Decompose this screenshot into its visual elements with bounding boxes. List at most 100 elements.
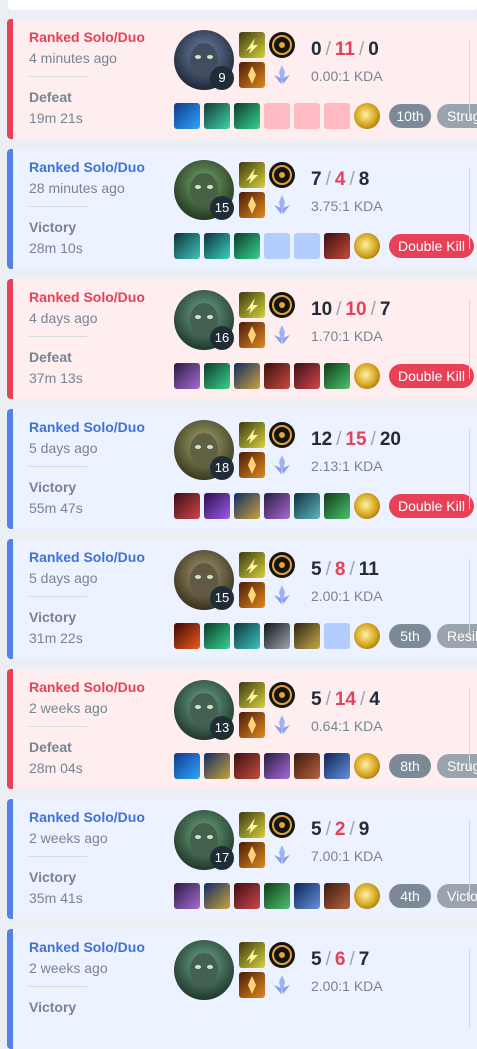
trinket-ward-icon[interactable] bbox=[354, 103, 380, 129]
blue-shield-item-icon[interactable] bbox=[324, 753, 350, 779]
purple-gauntlet-item-icon[interactable] bbox=[174, 883, 200, 909]
secondary-rune-icon[interactable] bbox=[269, 972, 295, 998]
summoner-spell-smite-icon[interactable] bbox=[239, 452, 265, 478]
green-shield-item-icon[interactable] bbox=[324, 363, 350, 389]
trinket-ward-icon[interactable] bbox=[354, 233, 380, 259]
green-shield-item-icon[interactable] bbox=[324, 493, 350, 519]
secondary-rune-icon[interactable] bbox=[269, 842, 295, 868]
secondary-rune-icon[interactable] bbox=[269, 712, 295, 738]
keystone-rune-icon[interactable] bbox=[269, 422, 295, 448]
champion-portrait-icon[interactable] bbox=[174, 940, 234, 1000]
summoner-spell-smite-icon[interactable] bbox=[239, 712, 265, 738]
gold-boots-item-icon[interactable] bbox=[294, 623, 320, 649]
keystone-rune-icon[interactable] bbox=[269, 812, 295, 838]
match-result: Victory bbox=[29, 869, 77, 885]
kda-separator: / bbox=[349, 819, 355, 840]
blue-potion-item-icon[interactable] bbox=[174, 103, 200, 129]
blue-spear-item-icon[interactable] bbox=[204, 753, 230, 779]
red-boots-item-icon[interactable] bbox=[264, 363, 290, 389]
assists: 7 bbox=[358, 949, 370, 970]
kda-ratio: 2.00:1 KDA bbox=[311, 588, 383, 604]
blue-spear-item-icon[interactable] bbox=[234, 363, 260, 389]
summoner-spell-smite-icon[interactable] bbox=[239, 62, 265, 88]
kills: 5 bbox=[311, 949, 322, 970]
secondary-rune-icon[interactable] bbox=[269, 452, 295, 478]
kda-separator: / bbox=[336, 429, 342, 450]
summoner-spell-smite-icon[interactable] bbox=[239, 842, 265, 868]
summoner-spell-smite-icon[interactable] bbox=[239, 322, 265, 348]
fire-sword-item-icon[interactable] bbox=[174, 623, 200, 649]
green-flask-item-icon[interactable] bbox=[234, 103, 260, 129]
keystone-rune-icon[interactable] bbox=[269, 682, 295, 708]
blue-potion-item-icon[interactable] bbox=[174, 753, 200, 779]
summoner-spell-flash-icon[interactable] bbox=[239, 32, 265, 58]
match-card[interactable]: Ranked Solo/Duo 5 days ago Victory 55m 47s 1… bbox=[7, 409, 477, 529]
green-sword-item-icon[interactable] bbox=[204, 103, 230, 129]
match-result: Victory bbox=[29, 999, 77, 1015]
blue-spear-item-icon[interactable] bbox=[204, 883, 230, 909]
teal-helm-item-icon[interactable] bbox=[294, 493, 320, 519]
match-card[interactable]: Ranked Solo/Duo 5 days ago Victory 31m 22s 1… bbox=[7, 539, 477, 659]
black-spear-item-icon[interactable] bbox=[264, 623, 290, 649]
red-claw-item-icon[interactable] bbox=[294, 363, 320, 389]
match-card[interactable]: Ranked Solo/Duo 4 days ago Defeat 37m 13s 16… bbox=[7, 279, 477, 399]
green-shield-item-icon[interactable] bbox=[264, 883, 290, 909]
secondary-rune-icon[interactable] bbox=[269, 192, 295, 218]
blue-spear-item-icon[interactable] bbox=[234, 493, 260, 519]
red-helm-item-icon[interactable] bbox=[324, 883, 350, 909]
red-boots-item-icon[interactable] bbox=[324, 233, 350, 259]
green-flask-item-icon[interactable] bbox=[204, 363, 230, 389]
red-claw-item-icon[interactable] bbox=[234, 883, 260, 909]
purple-gauntlet-item-icon[interactable] bbox=[174, 363, 200, 389]
secondary-rune-icon[interactable] bbox=[269, 62, 295, 88]
summoner-spell-smite-icon[interactable] bbox=[239, 192, 265, 218]
trinket-ward-icon[interactable] bbox=[354, 363, 380, 389]
empty-item-slot bbox=[264, 233, 290, 259]
secondary-rune-icon[interactable] bbox=[269, 582, 295, 608]
keystone-rune-icon[interactable] bbox=[269, 942, 295, 968]
match-card[interactable]: Ranked Solo/Duo 2 weeks ago Defeat 28m 04s 1… bbox=[7, 669, 477, 789]
teal-blade-item-icon[interactable] bbox=[174, 233, 200, 259]
trinket-ward-icon[interactable] bbox=[354, 883, 380, 909]
teal-blade-item-icon[interactable] bbox=[234, 623, 260, 649]
champion-level-badge: 17 bbox=[210, 846, 234, 870]
kda-separator: / bbox=[349, 949, 355, 970]
match-card[interactable]: Ranked Solo/Duo 2 weeks ago Victory 35m 41s… bbox=[7, 799, 477, 919]
red-helm-item-icon[interactable] bbox=[294, 753, 320, 779]
green-flask-item-icon[interactable] bbox=[234, 233, 260, 259]
deaths: 2 bbox=[334, 819, 346, 840]
tag-badge: Strug bbox=[437, 104, 477, 128]
green-flask-item-icon[interactable] bbox=[204, 623, 230, 649]
secondary-rune-icon[interactable] bbox=[269, 322, 295, 348]
match-card[interactable]: Ranked Solo/Duo 2 weeks ago Victory 5/6/7 2.… bbox=[7, 929, 477, 1049]
keystone-rune-icon[interactable] bbox=[269, 32, 295, 58]
queue-type: Ranked Solo/Duo bbox=[29, 419, 145, 435]
keystone-rune-icon[interactable] bbox=[269, 552, 295, 578]
summoner-spell-flash-icon[interactable] bbox=[239, 422, 265, 448]
keystone-rune-icon[interactable] bbox=[269, 162, 295, 188]
summoner-spell-smite-icon[interactable] bbox=[239, 582, 265, 608]
purple-gauntlet-item-icon[interactable] bbox=[264, 493, 290, 519]
summoner-spell-flash-icon[interactable] bbox=[239, 682, 265, 708]
trinket-ward-icon[interactable] bbox=[354, 623, 380, 649]
previous-card-edge bbox=[0, 0, 477, 12]
blue-shield-item-icon[interactable] bbox=[294, 883, 320, 909]
summoner-spell-flash-icon[interactable] bbox=[239, 162, 265, 188]
kda-separator: / bbox=[370, 429, 376, 450]
summoner-spell-smite-icon[interactable] bbox=[239, 972, 265, 998]
red-boots-item-icon[interactable] bbox=[234, 753, 260, 779]
summoner-spell-flash-icon[interactable] bbox=[239, 812, 265, 838]
summoner-spell-flash-icon[interactable] bbox=[239, 292, 265, 318]
purple-orb-item-icon[interactable] bbox=[204, 493, 230, 519]
teal-gem-item-icon[interactable] bbox=[204, 233, 230, 259]
trinket-ward-icon[interactable] bbox=[354, 753, 380, 779]
red-claw-item-icon[interactable] bbox=[174, 493, 200, 519]
trinket-ward-icon[interactable] bbox=[354, 493, 380, 519]
keystone-rune-icon[interactable] bbox=[269, 292, 295, 318]
summoner-spell-flash-icon[interactable] bbox=[239, 942, 265, 968]
summoner-spell-flash-icon[interactable] bbox=[239, 552, 265, 578]
match-card[interactable]: Ranked Solo/Duo 28 minutes ago Victory 28m … bbox=[7, 149, 477, 269]
purple-gauntlet-item-icon[interactable] bbox=[264, 753, 290, 779]
match-card[interactable]: Ranked Solo/Duo 4 minutes ago Defeat 19m 21… bbox=[7, 19, 477, 139]
card-divider bbox=[469, 689, 470, 769]
